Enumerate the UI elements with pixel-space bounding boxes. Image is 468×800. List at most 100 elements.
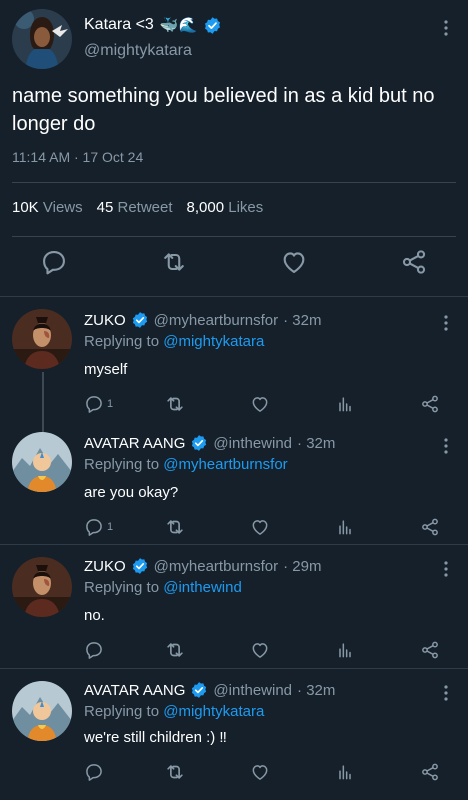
heart-icon[interactable] [250, 393, 270, 415]
reply-header: AVATAR AANG @inthewind · 32m [84, 681, 335, 699]
reply-tweet[interactable]: AVATAR AANG @inthewind · 32m Replying to… [0, 669, 468, 800]
reply-time: · 32m [283, 311, 322, 329]
replying-prefix: Replying to [84, 579, 160, 596]
reply-count: 1 [107, 521, 114, 533]
reply-time: · 32m [297, 434, 336, 452]
heart-icon[interactable] [250, 639, 270, 661]
replying-to: Replying to @mightykatara [84, 703, 264, 720]
author-name[interactable]: ZUKO [84, 312, 126, 329]
reply-action-bar: 1 [84, 393, 450, 417]
avatar[interactable] [12, 681, 72, 741]
analytics-icon[interactable] [335, 516, 355, 538]
heart-icon[interactable] [250, 761, 270, 783]
reply-time: · 32m [297, 681, 336, 699]
likes-label: Likes [228, 199, 264, 216]
replying-to-link[interactable]: @mightykatara [163, 703, 264, 720]
reply-icon[interactable] [84, 761, 104, 783]
retweet-icon[interactable] [160, 248, 188, 276]
avatar[interactable] [12, 309, 72, 369]
reply-header: AVATAR AANG @inthewind · 32m [84, 434, 335, 452]
author-name-row[interactable]: Katara <3 🐳🌊 [84, 14, 222, 36]
avatar[interactable] [12, 557, 72, 617]
replying-to: Replying to @inthewind [84, 579, 242, 596]
replying-prefix: Replying to [84, 333, 160, 350]
reply-tweet[interactable]: ZUKO @myheartburnsfor · 32m Replying to … [0, 297, 468, 420]
author-handle[interactable]: @inthewind [213, 435, 292, 452]
replying-prefix: Replying to [84, 703, 160, 720]
verified-badge-icon [190, 681, 208, 699]
replying-to: Replying to @myheartburnsfor [84, 456, 288, 473]
author-name[interactable]: ZUKO [84, 558, 126, 575]
retweet-icon[interactable] [164, 639, 186, 661]
reply-count: 1 [107, 398, 114, 410]
reply-action-bar: 1 [84, 516, 450, 540]
likes-stat[interactable]: 8,000 Likes [187, 199, 264, 216]
display-name[interactable]: Katara <3 [84, 16, 154, 34]
analytics-icon[interactable] [335, 639, 355, 661]
reply-icon[interactable] [84, 639, 104, 661]
author-handle[interactable]: @myheartburnsfor [154, 558, 278, 575]
verified-badge-icon [131, 311, 149, 329]
reply-text: no. [84, 607, 105, 624]
reply-icon[interactable] [40, 248, 68, 276]
reply-icon [84, 394, 104, 414]
replying-to-link[interactable]: @inthewind [163, 579, 242, 596]
avatar[interactable] [12, 9, 72, 69]
reply-button[interactable]: 1 [84, 516, 113, 538]
share-icon[interactable] [420, 393, 440, 415]
verified-badge-icon [190, 434, 208, 452]
share-icon[interactable] [400, 248, 428, 276]
retweets-label: Retweet [117, 199, 173, 216]
author-handle[interactable]: @myheartburnsfor [154, 312, 278, 329]
reply-header: ZUKO @myheartburnsfor · 32m [84, 311, 321, 329]
name-emoji: 🐳🌊 [159, 17, 198, 34]
share-icon[interactable] [420, 761, 440, 783]
reply-tweet[interactable]: ZUKO @myheartburnsfor · 29m Replying to … [0, 545, 468, 668]
handle[interactable]: @mightykatara [84, 42, 192, 60]
analytics-icon[interactable] [335, 393, 355, 415]
retweets-count: 45 [96, 199, 114, 216]
author-handle[interactable]: @inthewind [213, 682, 292, 699]
reply-text: myself [84, 361, 128, 378]
divider [12, 236, 456, 237]
share-icon[interactable] [420, 639, 440, 661]
main-action-bar [0, 248, 468, 280]
heart-icon[interactable] [250, 516, 270, 538]
more-vertical-icon[interactable] [444, 685, 448, 701]
retweet-icon[interactable] [164, 516, 186, 538]
reply-action-bar [84, 639, 450, 663]
author-name[interactable]: AVATAR AANG [84, 682, 185, 699]
retweet-icon[interactable] [164, 761, 186, 783]
avatar[interactable] [12, 432, 72, 492]
more-vertical-icon[interactable] [444, 438, 448, 454]
main-tweet: Katara <3 🐳🌊 @mightykatara name somethin… [0, 0, 468, 296]
views-label: Views [42, 199, 83, 216]
more-vertical-icon[interactable] [444, 20, 448, 36]
reply-icon [84, 517, 104, 537]
views-count: 10K [12, 199, 39, 216]
timestamp[interactable]: 11:14 AM · 17 Oct 24 [12, 149, 143, 165]
author-name[interactable]: AVATAR AANG [84, 435, 185, 452]
reply-time: · 29m [283, 557, 322, 575]
share-icon[interactable] [420, 516, 440, 538]
retweets-stat[interactable]: 45 Retweet [97, 199, 173, 216]
heart-icon[interactable] [280, 248, 308, 276]
tweet-text: name something you believed in as a kid … [12, 85, 435, 135]
retweet-icon[interactable] [164, 393, 186, 415]
reply-action-bar [84, 761, 450, 785]
analytics-icon[interactable] [335, 761, 355, 783]
replying-to-link[interactable]: @myheartburnsfor [163, 456, 287, 473]
reply-text: we're still children :) ‼ [84, 729, 227, 746]
likes-count: 8,000 [186, 199, 225, 216]
reply-button[interactable]: 1 [84, 393, 113, 415]
more-vertical-icon[interactable] [444, 561, 448, 577]
more-vertical-icon[interactable] [444, 315, 448, 331]
verified-badge-icon [203, 16, 222, 35]
replying-prefix: Replying to [84, 456, 160, 473]
replying-to: Replying to @mightykatara [84, 333, 264, 350]
replying-to-link[interactable]: @mightykatara [163, 333, 264, 350]
reply-tweet[interactable]: AVATAR AANG @inthewind · 32m Replying to… [0, 420, 468, 543]
reply-header: ZUKO @myheartburnsfor · 29m [84, 557, 321, 575]
divider [12, 182, 456, 183]
views-stat[interactable]: 10K Views [12, 199, 83, 216]
